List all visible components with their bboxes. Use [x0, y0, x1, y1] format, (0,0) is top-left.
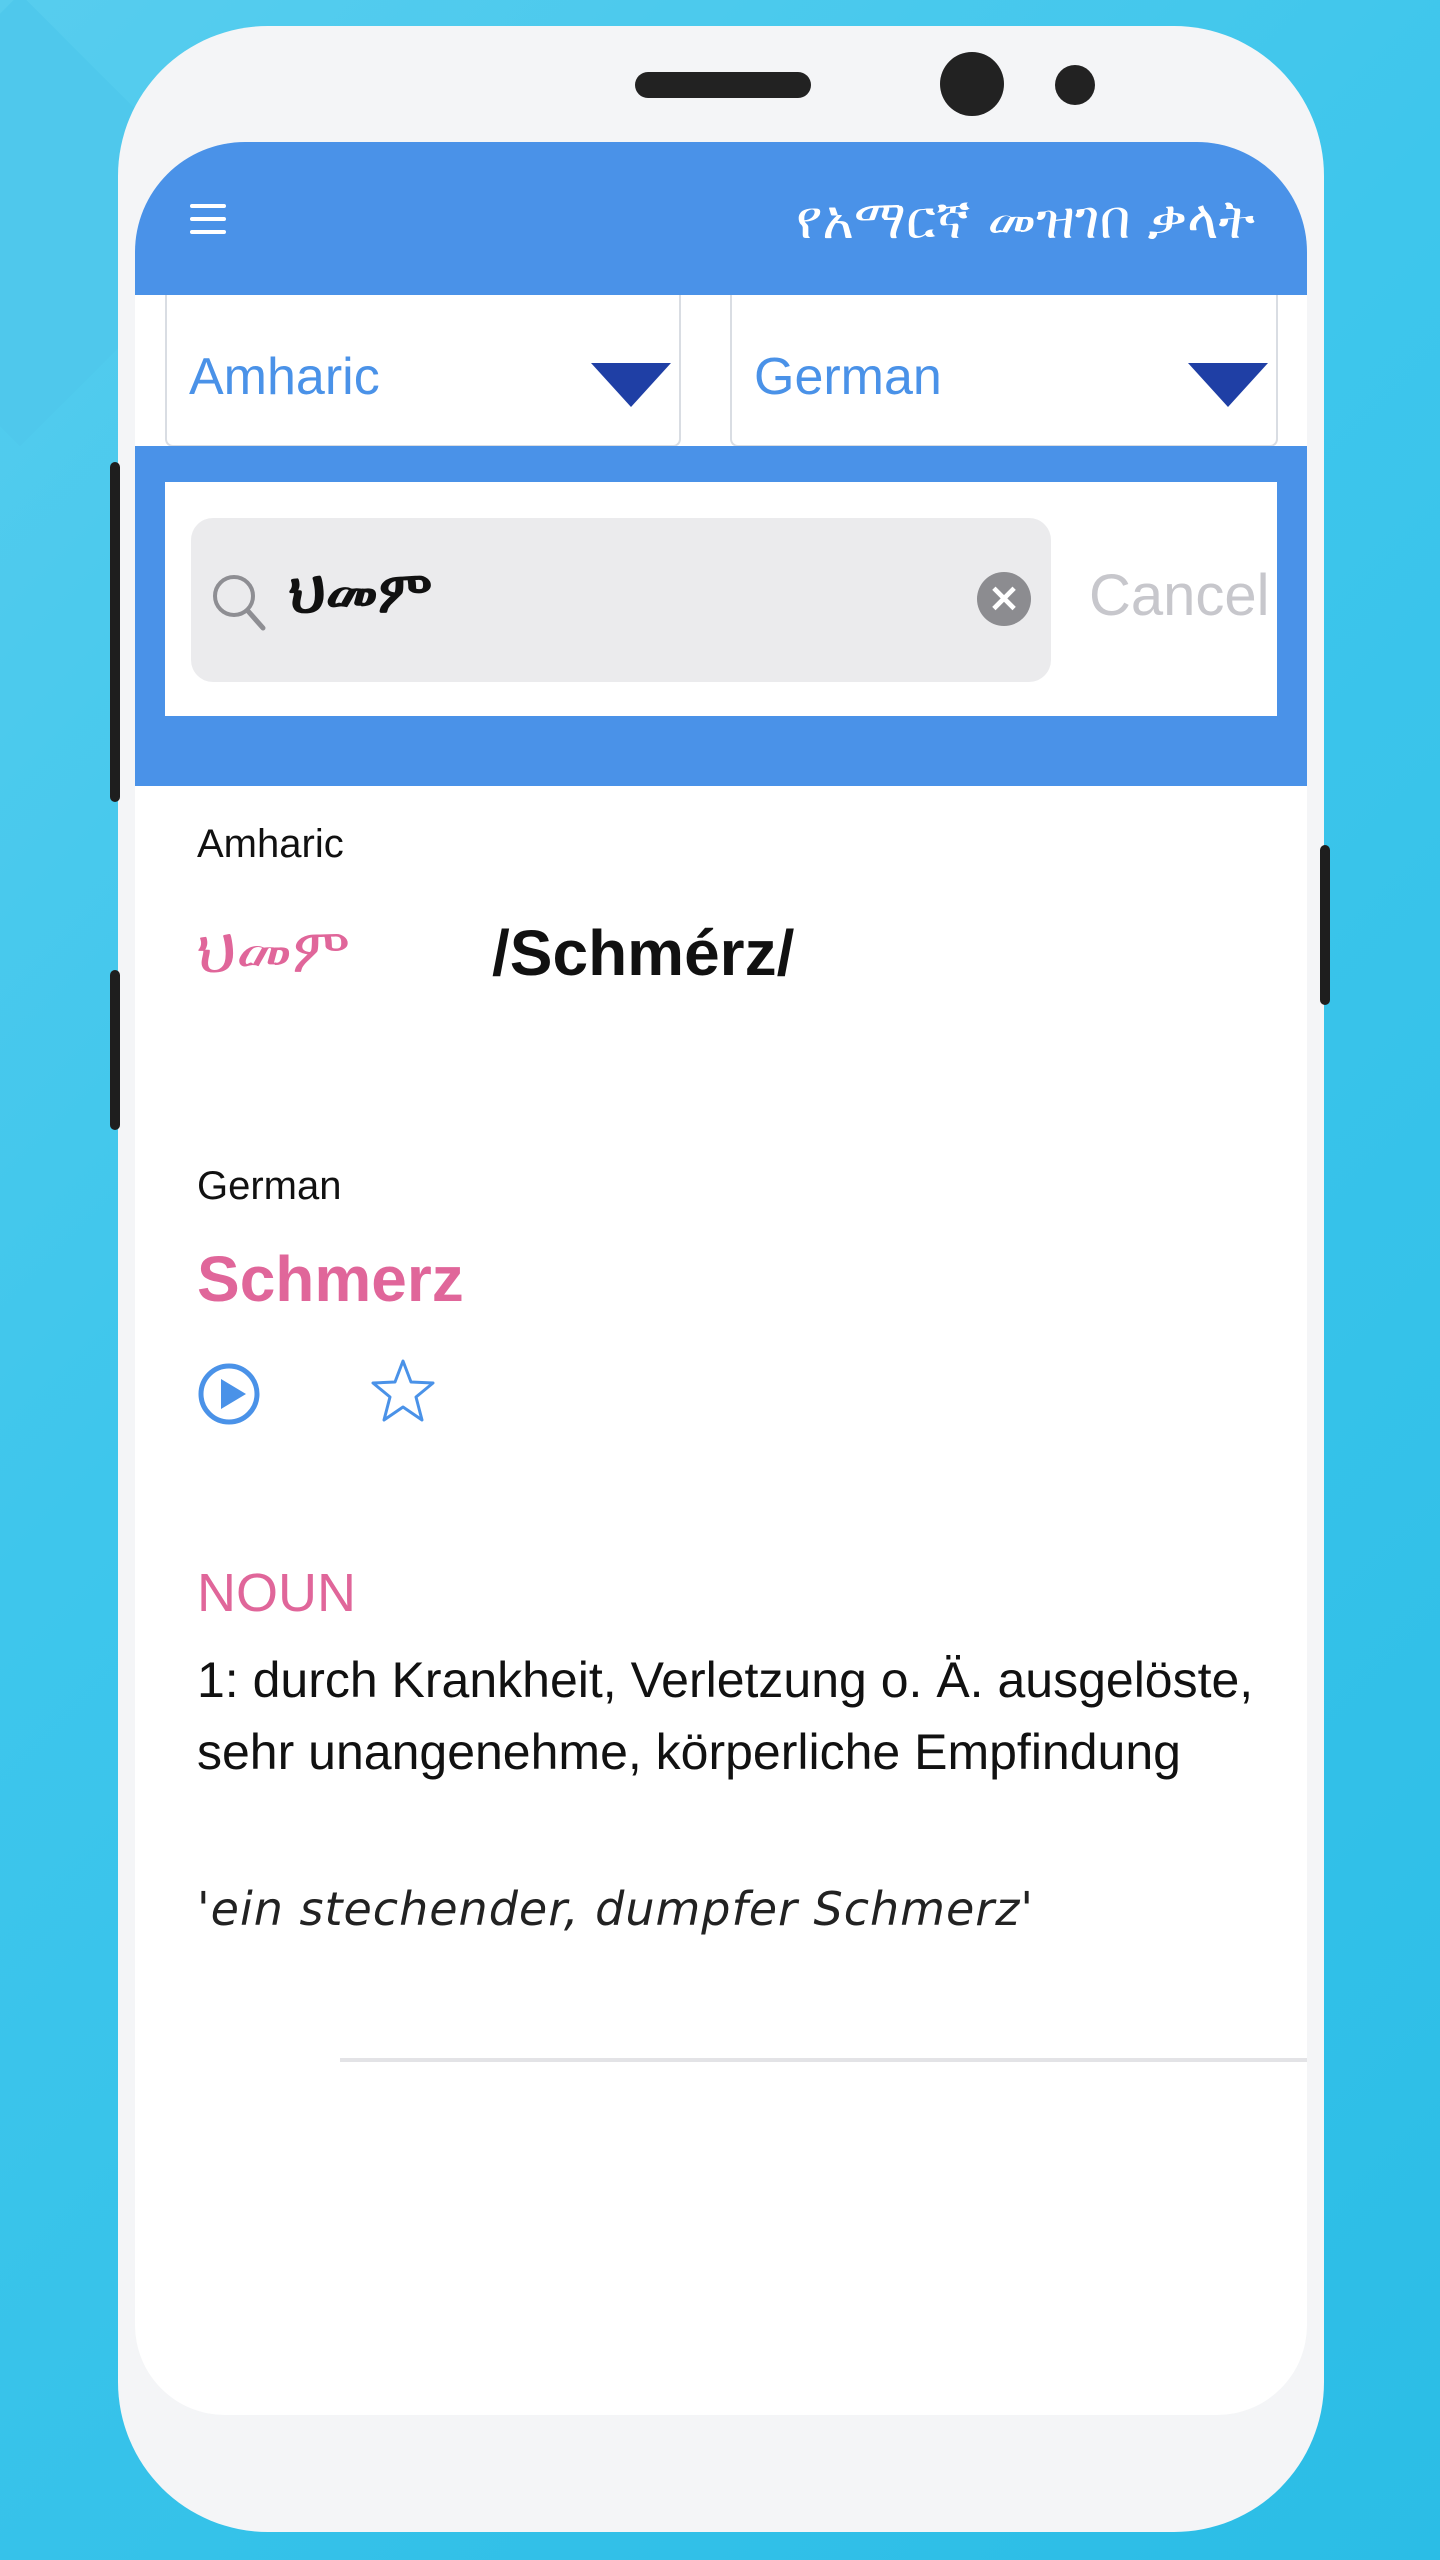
search-bar: ህመም × Cancel [165, 482, 1277, 716]
example-sentence: 'ein stechender, dumpfer Schmerz' [197, 1882, 1034, 1936]
dropdown-triangle-icon [1188, 363, 1268, 407]
power-button [1320, 845, 1330, 1005]
dropdown-triangle-icon [591, 363, 671, 407]
search-query-text: ህመም [289, 558, 433, 626]
divider [340, 2058, 1307, 2062]
phone-speaker [635, 72, 811, 98]
search-input[interactable]: ህመም × [191, 518, 1051, 682]
phonetic-transcription: /Schmérz/ [492, 917, 795, 989]
front-camera [940, 52, 1004, 116]
target-language-caption: German [197, 1164, 342, 1208]
menu-icon[interactable] [190, 204, 226, 234]
volume-up-button [110, 462, 120, 802]
source-language-caption: Amharic [197, 822, 344, 866]
target-word: Schmerz [197, 1243, 464, 1315]
source-language-dropdown[interactable]: Amharic [165, 295, 681, 447]
play-icon[interactable] [197, 1362, 261, 1426]
target-language-label: German [754, 348, 942, 406]
proximity-sensor [1055, 65, 1095, 105]
part-of-speech: NOUN [197, 1563, 356, 1623]
app-title: የአማርኛ መዝገበ ቃላት [795, 188, 1255, 251]
app-screen: የአማርኛ መዝገበ ቃላት Amharic German ህመም × Canc… [135, 142, 1307, 2415]
source-language-label: Amharic [189, 348, 380, 406]
source-word: ህመም [197, 914, 351, 987]
clear-icon[interactable]: × [977, 572, 1031, 626]
volume-down-button [110, 970, 120, 1130]
definition-text: 1: durch Krankheit, Verletzung o. Ä. aus… [197, 1652, 1254, 1780]
cancel-button[interactable]: Cancel [1089, 562, 1270, 629]
target-language-dropdown[interactable]: German [730, 295, 1278, 447]
app-bar: የአማርኛ መዝገበ ቃላት [135, 142, 1307, 295]
star-icon[interactable] [371, 1358, 435, 1424]
language-selector-row: Amharic German [135, 295, 1307, 447]
search-bar-container: ህመም × Cancel [135, 446, 1307, 786]
search-icon [213, 575, 266, 631]
